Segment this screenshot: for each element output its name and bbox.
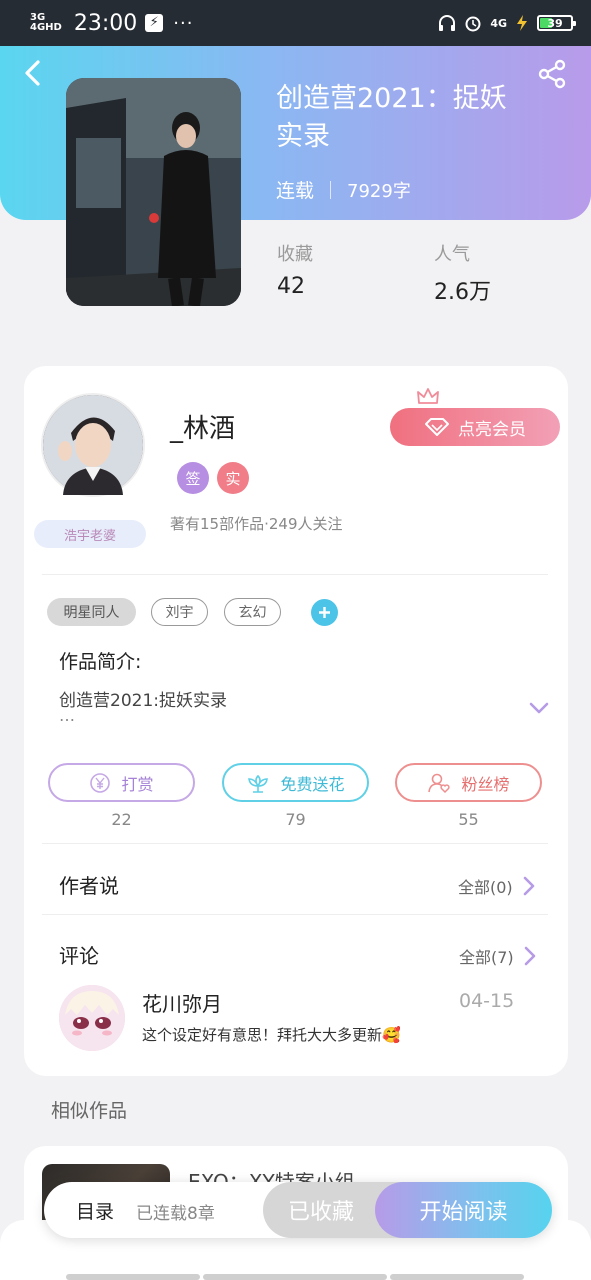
add-tag-button[interactable]: [311, 599, 338, 626]
commenter-avatar[interactable]: [59, 985, 125, 1051]
tag-category[interactable]: 明星同人: [47, 598, 136, 626]
divider: [42, 843, 548, 844]
chevron-down-icon[interactable]: [528, 700, 550, 716]
divider: [42, 574, 548, 575]
crown-icon: [417, 388, 439, 404]
flash-icon: ⚡: [145, 14, 164, 32]
activate-vip-button[interactable]: 点亮会员: [390, 408, 560, 446]
tag-item[interactable]: 玄幻: [224, 598, 281, 626]
battery-level: 39: [547, 16, 563, 30]
collected-label: 已收藏: [287, 1200, 354, 1225]
nav-indicator: [390, 1274, 524, 1280]
chevron-right-icon: [524, 946, 535, 966]
favorites-value: 42: [277, 274, 305, 299]
table-of-contents-button[interactable]: 目录: [76, 1197, 114, 1224]
verified-author-badge: 实: [217, 462, 249, 494]
cover-illustration: [66, 78, 241, 306]
book-meta: 连载 7929字: [276, 176, 411, 203]
comment-text[interactable]: 这个设定好有意思！拜托大大多更新🥰: [142, 1024, 401, 1045]
yuan-coin-icon: [90, 772, 111, 793]
fans-count: 55: [458, 810, 479, 829]
chevron-right-icon: [523, 876, 534, 896]
share-icon[interactable]: [536, 58, 568, 90]
serial-status: 连载: [276, 180, 315, 202]
chapter-count: 已连载8章: [136, 1204, 215, 1224]
author-says-title: 作者说: [59, 874, 119, 898]
signed-author-badge: 签: [177, 462, 209, 494]
flower-count: 79: [285, 810, 306, 829]
battery-indicator: 39: [537, 15, 576, 31]
alarm-icon: [465, 16, 481, 32]
status-bar: 3G 4GHD 23:00 ⚡ ··· 4G 39: [0, 0, 591, 46]
headphones-icon: [439, 15, 456, 31]
intro-label: 作品简介:: [59, 651, 142, 673]
popularity-value: 2.6万: [434, 280, 491, 305]
clock: 23:00: [73, 10, 138, 36]
plus-icon: [319, 607, 330, 618]
author-says-more[interactable]: 全部(0): [458, 874, 535, 898]
send-flower-label: 免费送花: [280, 774, 345, 794]
comments-title: 评论: [59, 944, 99, 968]
network-4g: 4GHD: [30, 22, 62, 33]
back-icon[interactable]: [18, 58, 48, 88]
reward-button[interactable]: 打赏: [48, 763, 195, 802]
more-notifications-icon: ···: [173, 12, 194, 34]
divider: [42, 914, 548, 915]
fan-ranking-button[interactable]: 粉丝榜: [395, 763, 542, 802]
fan-badge: 浩宇老婆: [34, 520, 146, 548]
vip-button-label: 点亮会员: [458, 419, 526, 440]
comments-more[interactable]: 全部(7): [459, 944, 536, 968]
commenter-avatar-illustration: [59, 985, 125, 1051]
meta-divider: [330, 180, 332, 199]
flower-icon: [248, 774, 269, 793]
popularity-label: 人气: [434, 244, 470, 265]
start-reading-label: 开始阅读: [419, 1200, 508, 1225]
start-reading-button[interactable]: 开始阅读: [375, 1182, 552, 1238]
send-flower-button[interactable]: 免费送花: [222, 763, 369, 802]
word-count: 7929字: [347, 180, 411, 202]
book-title: 创造营2021：捉妖实录: [276, 83, 507, 152]
intro-ellipsis: …: [59, 706, 75, 725]
comments-more-label: 全部(7): [459, 948, 514, 967]
reward-label: 打赏: [121, 774, 154, 794]
author-avatar[interactable]: [41, 393, 145, 497]
nav-indicator: [66, 1274, 200, 1280]
diamond-icon: [425, 418, 449, 436]
commenter-name[interactable]: 花川弥月: [142, 988, 222, 1017]
author-says-more-label: 全部(0): [458, 878, 513, 897]
author-stats: 著有15部作品·249人关注: [170, 515, 343, 533]
signal-indicator: 3G 4GHD: [30, 13, 62, 33]
charging-icon: [517, 15, 527, 31]
favorites-label: 收藏: [277, 244, 313, 265]
nav-indicator: [203, 1274, 387, 1280]
similar-works-title: 相似作品: [51, 1100, 128, 1122]
fan-ranking-label: 粉丝榜: [461, 774, 510, 794]
network-4g-right: 4G: [490, 16, 507, 30]
avatar-illustration: [43, 395, 143, 495]
book-cover[interactable]: [66, 78, 241, 306]
fan-heart-icon: [428, 773, 451, 793]
author-name[interactable]: _林酒: [170, 408, 235, 445]
reward-count: 22: [111, 810, 132, 829]
intro-text: 创造营2021:捉妖实录: [59, 691, 227, 711]
tag-item[interactable]: 刘宇: [151, 598, 208, 626]
comment-date: 04-15: [459, 990, 515, 1012]
